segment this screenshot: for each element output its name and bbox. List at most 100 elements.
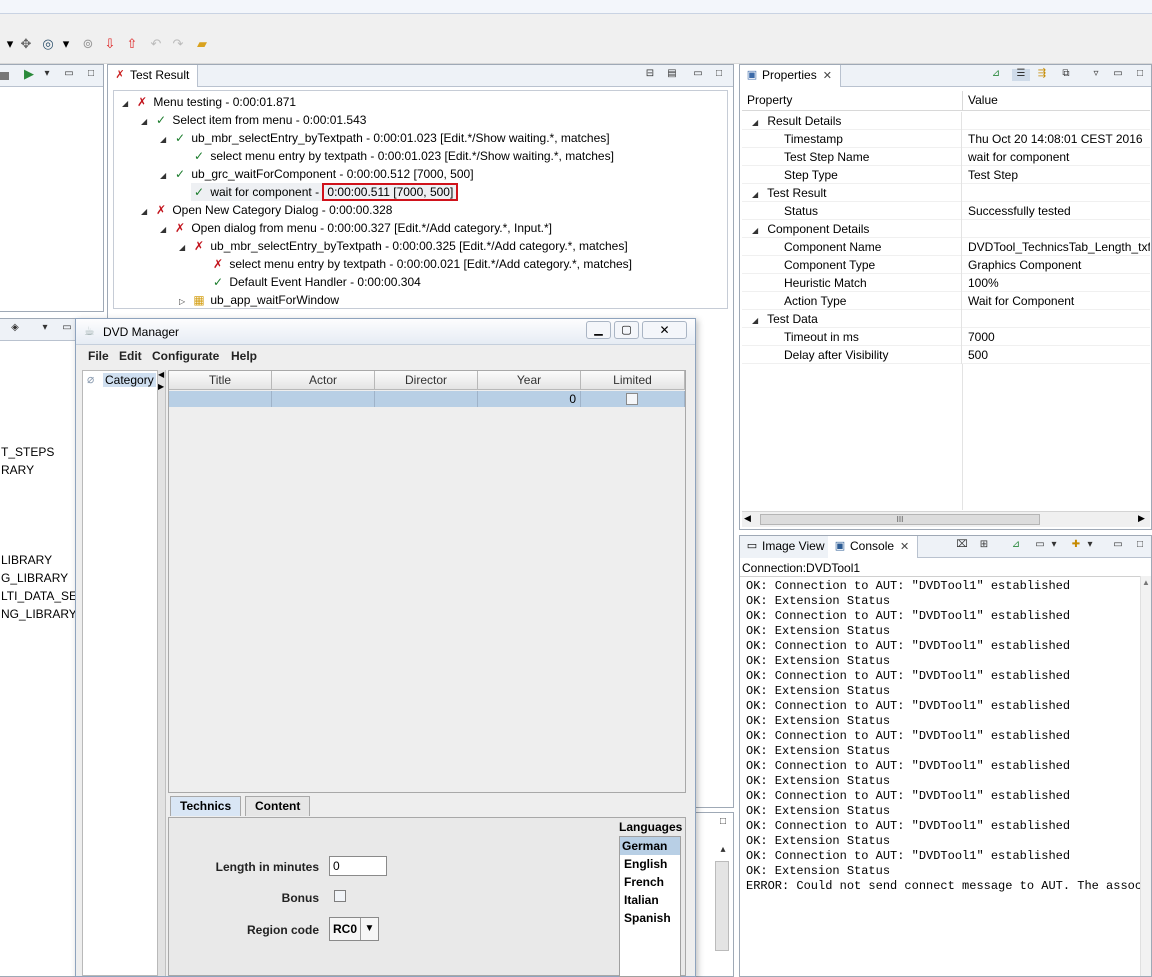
minimize-icon[interactable]: ▭	[1112, 540, 1124, 552]
tree-node[interactable]: ◢ ✗ Open New Category Dialog - 0:00:00.32…	[141, 201, 392, 219]
property-group-row[interactable]: ◢ Test Data	[742, 310, 1150, 328]
chevron-down-icon[interactable]: ▾	[39, 323, 51, 335]
pin-icon[interactable]: ⊿	[990, 69, 1002, 81]
property-group-row[interactable]: ◢ Result Details	[742, 112, 1150, 130]
property-row[interactable]: Timeout in ms 7000	[742, 328, 1150, 346]
language-item-spanish[interactable]: Spanish	[622, 909, 682, 927]
expand-toggle-icon[interactable]: ◢	[141, 203, 153, 221]
display-console-icon[interactable]: ▭	[1034, 540, 1046, 552]
clear-console-icon[interactable]: ⌧	[956, 540, 968, 552]
minimize-icon[interactable]: ▭	[63, 69, 75, 81]
left-list-item[interactable]: LTI_DATA_SET	[1, 589, 84, 603]
expand-toggle-icon[interactable]: ◢	[160, 167, 172, 185]
tree-node[interactable]: ◢ ✗ ub_mbr_selectEntry_byTextpath - 0:00:…	[179, 237, 628, 255]
expand-right-icon[interactable]: ▶	[158, 382, 164, 391]
left-list-item[interactable]: NG_LIBRARY	[1, 607, 77, 621]
cell-actor[interactable]	[272, 391, 375, 407]
property-row[interactable]: Status Successfully tested	[742, 202, 1150, 220]
column-limited[interactable]: Limited	[581, 371, 685, 390]
region-select[interactable]: RC0 ▼	[329, 917, 379, 941]
length-input[interactable]	[329, 856, 387, 876]
close-button[interactable]: ✕	[642, 321, 687, 339]
scroll-lock-icon[interactable]: ⊞	[978, 540, 990, 552]
tab-image-view[interactable]: ▭ Image View	[740, 536, 834, 558]
maximize-icon[interactable]: □	[1134, 69, 1146, 81]
property-row[interactable]: Heuristic Match 100%	[742, 274, 1150, 292]
left-list-item[interactable]: G_LIBRARY	[1, 571, 68, 585]
tab-console[interactable]: ▣ Console ✕	[828, 536, 919, 558]
filter-icon[interactable]: ⇶	[1036, 69, 1048, 81]
tree-node[interactable]: ◢ ✓ Select item from menu - 0:00:01.543	[141, 111, 366, 129]
collapse-all-icon[interactable]: ⊟	[644, 69, 656, 81]
chevron-down-icon[interactable]: ▾	[58, 36, 74, 52]
cell-title[interactable]	[169, 391, 272, 407]
expand-toggle-icon[interactable]: ◢	[160, 221, 172, 239]
cell-year[interactable]: 0	[478, 391, 581, 407]
language-item-english[interactable]: English	[622, 855, 682, 873]
cell-director[interactable]	[375, 391, 478, 407]
chevron-down-icon[interactable]: ▾	[1084, 540, 1096, 552]
redo-icon[interactable]: ↷	[170, 36, 186, 52]
spy-dropdown-icon[interactable]: ✥	[18, 36, 34, 52]
language-item-french[interactable]: French	[622, 873, 682, 891]
tab-content[interactable]: Content	[245, 796, 311, 816]
tab-properties[interactable]: ▣ Properties ✕	[740, 65, 841, 87]
category-node[interactable]: Category	[103, 373, 156, 387]
expand-toggle-icon[interactable]: ◢	[160, 131, 172, 149]
expand-toggle-icon[interactable]: ◢	[752, 312, 764, 328]
split-pane-divider[interactable]: ◀ ▶	[158, 370, 166, 976]
expand-toggle-icon[interactable]: ◢	[752, 114, 764, 130]
restore-default-icon[interactable]: ⧉	[1060, 69, 1072, 81]
property-row[interactable]: Component Name DVDTool_TechnicsTab_Length…	[742, 238, 1150, 256]
folder-icon[interactable]: ▰	[194, 36, 210, 52]
expand-toggle-icon[interactable]: ◢	[179, 239, 191, 257]
pin-icon[interactable]: ⊿	[1010, 540, 1022, 552]
scrollbar-thumb[interactable]: III	[760, 514, 1040, 525]
down-arrow-icon[interactable]: ⇩	[102, 36, 118, 52]
expand-toggle-icon[interactable]: ◢	[752, 222, 764, 238]
property-group-row[interactable]: ◢ Test Result	[742, 184, 1150, 202]
chevron-down-icon[interactable]: ▼	[360, 918, 378, 940]
maximize-button[interactable]: ▢	[614, 321, 639, 339]
language-item-german[interactable]: German	[620, 837, 680, 855]
tab-test-result[interactable]: ✗ Test Result	[108, 65, 199, 87]
scrollbar[interactable]	[715, 861, 729, 951]
close-icon[interactable]: ✕	[823, 70, 832, 82]
view-menu-icon[interactable]: ▤	[666, 69, 678, 81]
expand-toggle-icon[interactable]: ◢	[752, 186, 764, 202]
tab-technics[interactable]: Technics	[170, 796, 242, 816]
tab-icon[interactable]: ◈	[9, 323, 21, 335]
close-icon[interactable]: ✕	[900, 541, 909, 553]
menu-configurate[interactable]: Configurate	[152, 349, 219, 363]
property-row[interactable]: Timestamp Thu Oct 20 14:08:01 CEST 2016	[742, 130, 1150, 148]
left-list-item[interactable]: T_STEPS	[1, 445, 54, 459]
undo-icon[interactable]: ↶	[148, 36, 164, 52]
scroll-up-icon[interactable]: ▲	[1142, 578, 1150, 587]
property-row[interactable]: Action Type Wait for Component	[742, 292, 1150, 310]
property-column-header[interactable]: Property	[747, 93, 792, 107]
property-group-row[interactable]: ◢ Component Details	[742, 220, 1150, 238]
bonus-checkbox[interactable]	[334, 890, 346, 902]
console-output[interactable]: OK: Connection to AUT: "DVDTool1" establ…	[740, 576, 1140, 976]
maximize-icon[interactable]: □	[1134, 540, 1146, 552]
record-icon[interactable]: ⊚	[80, 36, 96, 52]
expand-toggle-icon[interactable]: ◢	[141, 113, 153, 131]
pointer-dropdown-icon[interactable]: ▾	[2, 36, 18, 52]
chevron-down-icon[interactable]: ▾	[1048, 540, 1060, 552]
tree-node[interactable]: ✓ select menu entry by textpath - 0:00:0…	[191, 147, 614, 165]
expand-toggle-icon[interactable]: ▷	[179, 293, 191, 311]
maximize-icon[interactable]: □	[717, 817, 729, 829]
menu-file[interactable]: File	[88, 349, 109, 363]
property-row[interactable]: Component Type Graphics Component	[742, 256, 1150, 274]
value-column-header[interactable]: Value	[968, 93, 998, 107]
property-row[interactable]: Step Type Test Step	[742, 166, 1150, 184]
scroll-left-icon[interactable]: ◀	[744, 513, 751, 524]
maximize-icon[interactable]: □	[713, 69, 725, 81]
collapse-left-icon[interactable]: ◀	[158, 370, 164, 379]
maximize-icon[interactable]: □	[85, 69, 97, 81]
categories-icon[interactable]: ☰	[1012, 69, 1030, 81]
scroll-up-icon[interactable]: ▴	[717, 845, 729, 857]
left-list-item[interactable]: RARY	[1, 463, 34, 477]
minimize-icon[interactable]: ▭	[61, 323, 73, 335]
tree-node[interactable]: ◢ ✓ ub_mbr_selectEntry_byTextpath - 0:00:…	[160, 129, 610, 147]
